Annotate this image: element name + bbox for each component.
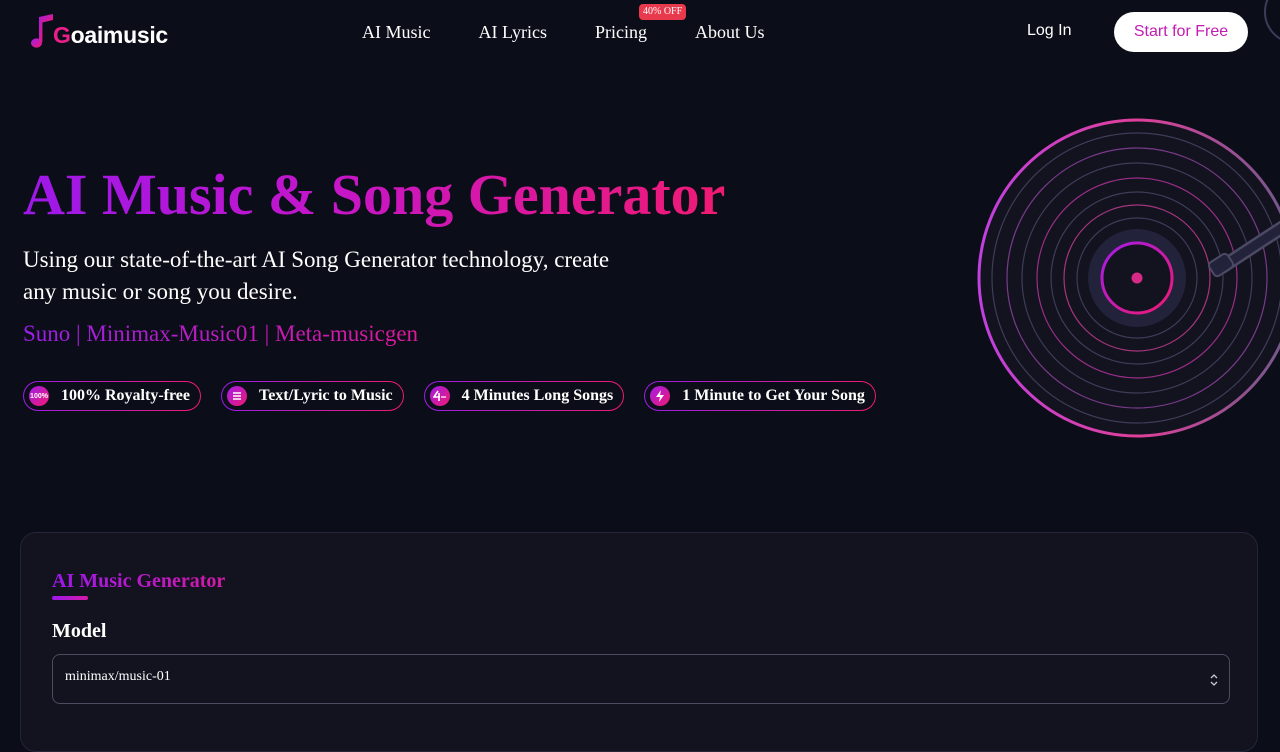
model-label: Model: [52, 620, 107, 642]
feature-chip-fast-delivery: 1 Minute to Get Your Song: [644, 381, 876, 411]
tab-ai-music-generator[interactable]: AI Music Generator: [52, 569, 225, 593]
page-title: AI Music & Song Generator: [23, 162, 726, 227]
model-select-value: minimax/music-01: [65, 669, 171, 684]
music-generator-card: AI Music Generator Model minimax/music-0…: [20, 532, 1258, 752]
feature-chip-label: 4 Minutes Long Songs: [461, 387, 614, 404]
brand-logo[interactable]: Goaimusic: [31, 14, 168, 50]
royalty-free-badge-icon: 100%: [29, 386, 49, 406]
main-nav: AI Music AI Lyrics Pricing About Us: [362, 21, 765, 43]
supported-models: Suno | Minimax-Music01 | Meta-musicgen: [23, 319, 418, 349]
feature-chips: 100% 100% Royalty-free Text/Lyric to Mus…: [23, 381, 876, 411]
feature-chip-long-songs: 4 Minutes Long Songs: [424, 381, 625, 411]
feature-chip-label: 1 Minute to Get Your Song: [682, 387, 865, 404]
vinyl-record-illustration: [977, 118, 1280, 438]
feature-chip-label: Text/Lyric to Music: [259, 387, 393, 404]
feature-chip-lyric-to-music: Text/Lyric to Music: [221, 381, 404, 411]
decorative-ring: [1264, 0, 1280, 44]
nav-pricing[interactable]: Pricing: [595, 21, 647, 43]
brand-name: Goaimusic: [53, 21, 168, 48]
active-tab-indicator: [52, 596, 88, 600]
lightning-icon: [650, 386, 671, 406]
feature-chip-label: 100% Royalty-free: [61, 387, 190, 404]
login-link[interactable]: Log In: [1027, 22, 1071, 40]
four-minutes-icon: [429, 386, 450, 406]
select-arrows-icon: [1210, 674, 1218, 686]
nav-ai-lyrics[interactable]: AI Lyrics: [479, 21, 547, 43]
start-for-free-button[interactable]: Start for Free: [1114, 12, 1248, 52]
feature-chip-royalty-free: 100% 100% Royalty-free: [23, 381, 201, 411]
lyrics-list-icon: [227, 386, 247, 406]
model-select[interactable]: minimax/music-01: [52, 654, 1230, 704]
nav-about-us[interactable]: About Us: [695, 21, 765, 43]
nav-ai-music[interactable]: AI Music: [362, 21, 431, 43]
hero-subtitle: Using our state-of-the-art AI Song Gener…: [23, 247, 610, 304]
pricing-discount-badge: 40% OFF: [639, 4, 687, 20]
